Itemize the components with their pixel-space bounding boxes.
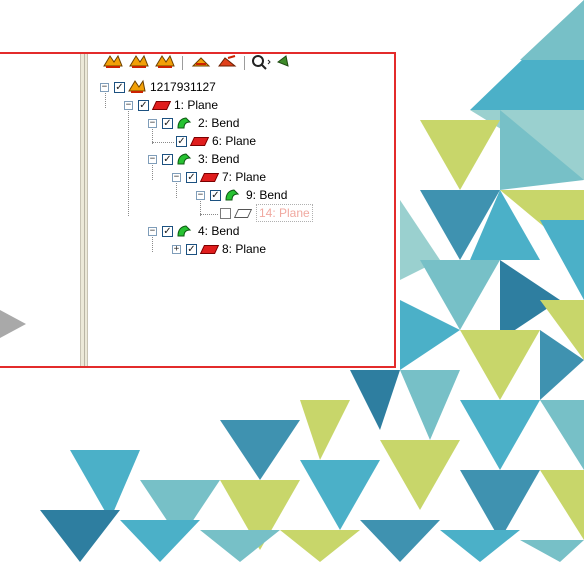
collapse-toggle[interactable]: − [172, 173, 181, 182]
node-checkbox[interactable]: ✓ [162, 226, 173, 237]
tree-node-label: 4: Bend [198, 224, 240, 238]
tree-connector [200, 214, 218, 215]
arrow-icon [0, 310, 26, 338]
bend-icon [177, 117, 192, 129]
tree-connector [152, 142, 174, 143]
expand-toggle[interactable]: + [172, 245, 181, 254]
plane-icon [151, 101, 172, 110]
tree-node-label: 6: Plane [212, 134, 257, 148]
screenshot-panel: − ✓ 1217931127 − ✓ 1: Plane − ✓ 2: Bend [0, 52, 396, 368]
sheet-metal-icon-1[interactable] [102, 54, 124, 70]
node-checkbox[interactable] [220, 208, 231, 219]
collapse-toggle[interactable]: − [100, 83, 109, 92]
plane-icon [189, 137, 210, 146]
collapse-toggle[interactable]: − [124, 101, 133, 110]
bend-icon [177, 225, 192, 237]
node-checkbox[interactable]: ✓ [186, 244, 197, 255]
bend-icon [225, 189, 240, 201]
tree-node-label: 9: Bend [246, 188, 288, 202]
flatten-icon[interactable] [190, 54, 212, 70]
tree-node-label: 7: Plane [222, 170, 267, 184]
node-checkbox[interactable]: ✓ [114, 82, 125, 93]
tree-node-label: 3: Bend [198, 152, 240, 166]
pane-splitter[interactable] [80, 54, 88, 366]
node-checkbox[interactable]: ✓ [210, 190, 221, 201]
options-icon[interactable] [276, 54, 290, 70]
node-checkbox[interactable]: ✓ [162, 154, 173, 165]
collapse-toggle[interactable]: − [148, 119, 157, 128]
graphics-area [0, 54, 80, 366]
tree-node-label: 8: Plane [222, 242, 267, 256]
tree-node-label: 2: Bend [198, 116, 240, 130]
toolbar [92, 54, 394, 74]
toolbar-separator [244, 56, 245, 70]
collapse-toggle[interactable]: − [148, 227, 157, 236]
tree-node-label: 1: Plane [174, 98, 219, 112]
bend-icon [177, 153, 192, 165]
node-checkbox[interactable]: ✓ [162, 118, 173, 129]
unfold-icon[interactable] [216, 54, 238, 70]
plane-outline-icon [233, 209, 253, 218]
collapse-toggle[interactable]: − [148, 155, 157, 164]
plane-icon [199, 173, 220, 182]
sheet-metal-icon-3[interactable] [154, 54, 176, 70]
plane-icon [199, 245, 220, 254]
tree-node-label: 14: Plane [256, 204, 313, 222]
tree-connector [128, 106, 129, 216]
sheet-metal-part-icon [128, 79, 146, 93]
collapse-toggle[interactable]: − [196, 191, 205, 200]
node-checkbox[interactable]: ✓ [186, 172, 197, 183]
feature-tree: − ✓ 1217931127 − ✓ 1: Plane − ✓ 2: Bend [96, 76, 394, 366]
toolbar-separator [182, 56, 183, 70]
sheet-metal-icon-2[interactable] [128, 54, 150, 70]
zoom-icon[interactable] [250, 54, 272, 70]
node-checkbox[interactable]: ✓ [138, 100, 149, 111]
tree-node-label: 1217931127 [150, 80, 216, 94]
node-checkbox[interactable]: ✓ [176, 136, 187, 147]
